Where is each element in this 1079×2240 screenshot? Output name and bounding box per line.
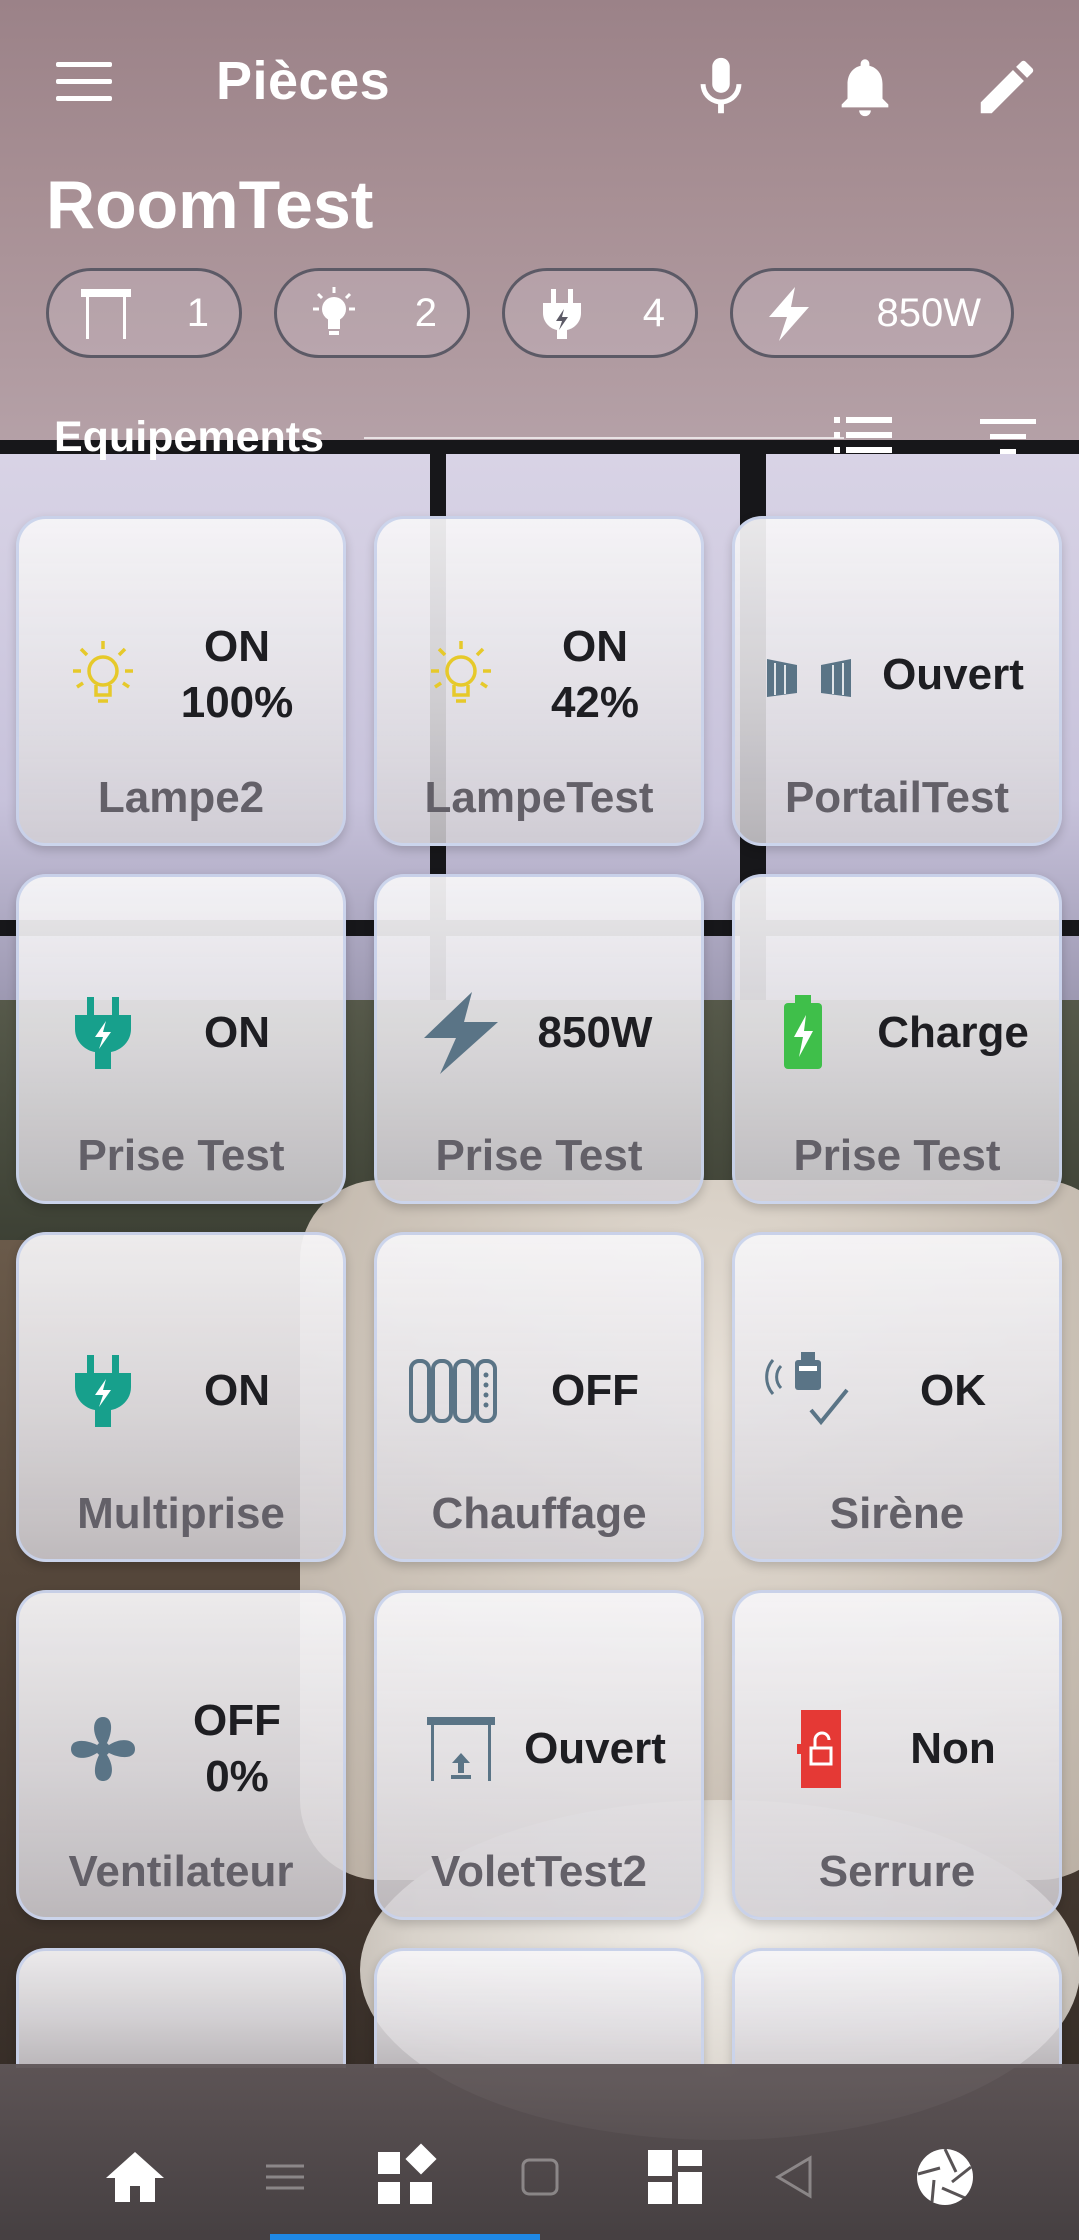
device-tile[interactable]: 850W Prise Test	[374, 874, 704, 1204]
list-view-icon[interactable]	[832, 413, 894, 457]
device-tile[interactable]	[374, 1948, 704, 2068]
bulb-icon	[55, 627, 151, 723]
device-tile[interactable]: Ouvert VoletTest2	[374, 1590, 704, 1920]
state-primary: OFF	[193, 1696, 281, 1745]
chip-value: 850W	[876, 291, 982, 335]
top-app-bar: Pièces	[0, 40, 1079, 130]
battery-icon	[755, 985, 851, 1081]
radiator-icon	[405, 1343, 505, 1439]
system-back-icon[interactable]	[760, 2142, 830, 2212]
plug-icon	[533, 285, 591, 343]
edit-icon[interactable]	[972, 52, 1042, 122]
device-state: OFF 0%	[139, 1693, 335, 1805]
device-name: Multiprise	[77, 1489, 285, 1538]
fan-icon	[55, 1701, 151, 1797]
device-tile[interactable]	[16, 1948, 346, 2068]
chip-plugs[interactable]: 4	[502, 268, 698, 358]
aperture-icon[interactable]	[910, 2142, 980, 2212]
device-name: LampeTest	[424, 773, 654, 822]
device-name: PortailTest	[784, 773, 1010, 822]
chip-power[interactable]: 850W	[730, 268, 1014, 358]
bottom-navigation	[0, 2064, 1079, 2240]
device-tile[interactable]: Non Serrure	[732, 1590, 1062, 1920]
equipment-section-header: Equipements	[54, 405, 1044, 465]
shutter-icon	[413, 1701, 509, 1797]
home-icon[interactable]	[100, 2142, 170, 2212]
device-name: Chauffage	[431, 1489, 647, 1538]
device-name: Sirène	[829, 1489, 965, 1538]
plug-icon	[55, 985, 151, 1081]
device-name: Prise Test	[77, 1131, 285, 1180]
siren-icon	[763, 1343, 859, 1439]
chip-value: 1	[186, 291, 209, 335]
device-tile[interactable]: Ouvert PortailTest	[732, 516, 1062, 846]
device-tile[interactable]: OFF 0% Ventilateur	[16, 1590, 346, 1920]
device-state: OK	[920, 1366, 986, 1415]
bell-icon[interactable]	[830, 52, 900, 122]
system-home-icon[interactable]	[505, 2142, 575, 2212]
system-menu-icon[interactable]	[250, 2142, 320, 2212]
shutter-icon	[77, 285, 135, 343]
lightning-icon	[761, 285, 819, 343]
device-name: VoletTest2	[431, 1847, 647, 1896]
device-tile[interactable]	[732, 1948, 1062, 2068]
device-tile[interactable]: OK Sirène	[732, 1232, 1062, 1562]
device-name: Ventilateur	[68, 1847, 294, 1896]
plug-icon	[55, 1343, 151, 1439]
device-tile[interactable]: Charge Prise Test	[732, 874, 1062, 1204]
microphone-icon[interactable]	[686, 52, 756, 122]
active-tab-indicator	[270, 2234, 540, 2240]
device-state: ON	[204, 1008, 270, 1057]
device-state: Non	[910, 1724, 996, 1773]
device-state: ON 42%	[497, 619, 693, 731]
chip-value: 2	[414, 291, 437, 335]
section-title: Equipements	[54, 413, 324, 461]
divider	[364, 437, 844, 439]
device-tile[interactable]: ON Multiprise	[16, 1232, 346, 1562]
device-name: Lampe2	[97, 773, 265, 822]
device-state: Charge	[877, 1008, 1029, 1057]
device-state: Ouvert	[882, 650, 1024, 699]
device-tile[interactable]: ON Prise Test	[16, 874, 346, 1204]
device-state: ON 100%	[139, 619, 335, 731]
state-secondary: 42%	[550, 678, 640, 727]
device-state: ON	[204, 1366, 270, 1415]
lightning-icon	[413, 985, 509, 1081]
room-title: RoomTest	[46, 167, 374, 243]
dashboard-icon[interactable]	[640, 2142, 710, 2212]
device-tile[interactable]: ON 42% LampeTest	[374, 516, 704, 846]
bulb-icon	[413, 627, 509, 723]
device-name: Prise Test	[435, 1131, 643, 1180]
state-primary: ON	[204, 622, 270, 671]
filter-icon[interactable]	[978, 413, 1038, 461]
device-name: Serrure	[818, 1847, 976, 1896]
state-secondary: 0%	[205, 1752, 269, 1801]
device-state: Ouvert	[524, 1724, 666, 1773]
menu-button[interactable]	[56, 62, 112, 108]
page-title: Pièces	[216, 51, 391, 111]
device-tile[interactable]: OFF Chauffage	[374, 1232, 704, 1562]
device-tile[interactable]: ON 100% Lampe2	[16, 516, 346, 846]
state-primary: ON	[562, 622, 628, 671]
device-state: 850W	[537, 1008, 653, 1057]
gate-icon	[759, 627, 859, 723]
state-secondary: 100%	[180, 678, 294, 727]
bulb-icon	[305, 285, 363, 343]
device-state: OFF	[551, 1366, 639, 1415]
device-name: Prise Test	[793, 1131, 1001, 1180]
chip-shutters[interactable]: 1	[46, 268, 242, 358]
chip-lights[interactable]: 2	[274, 268, 470, 358]
rooms-icon[interactable]	[370, 2142, 440, 2212]
chip-value: 4	[642, 291, 665, 335]
